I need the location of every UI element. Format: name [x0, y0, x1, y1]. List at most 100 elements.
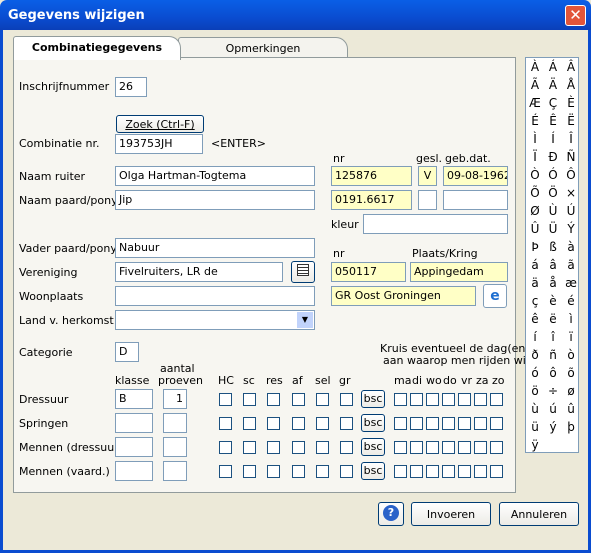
char-button[interactable]: Á: [544, 58, 562, 76]
day-checkbox[interactable]: [394, 441, 407, 454]
invoeren-button[interactable]: Invoeren: [411, 502, 491, 526]
char-button[interactable]: Ò: [526, 166, 544, 184]
char-button[interactable]: å: [544, 274, 562, 292]
char-button[interactable]: ö: [526, 382, 544, 400]
bsc-button[interactable]: bsc: [361, 414, 385, 432]
categorie-field[interactable]: D: [115, 342, 139, 362]
option-checkbox[interactable]: [219, 417, 232, 430]
day-checkbox[interactable]: [394, 465, 407, 478]
char-button[interactable]: é: [562, 292, 580, 310]
paard-gesl-field[interactable]: [418, 190, 437, 210]
char-button[interactable]: â: [544, 256, 562, 274]
woonplaats-field[interactable]: [115, 286, 315, 306]
day-checkbox[interactable]: [410, 393, 423, 406]
char-button[interactable]: Ì: [526, 130, 544, 148]
char-button[interactable]: Ñ: [562, 148, 580, 166]
char-button[interactable]: ò: [562, 346, 580, 364]
option-checkbox[interactable]: [316, 417, 329, 430]
char-button[interactable]: Ë: [562, 112, 580, 130]
char-button[interactable]: Ý: [562, 220, 580, 238]
char-button[interactable]: Þ: [526, 238, 544, 256]
bsc-button[interactable]: bsc: [361, 438, 385, 456]
char-button[interactable]: ü: [526, 418, 544, 436]
char-button[interactable]: Ä: [544, 76, 562, 94]
option-checkbox[interactable]: [292, 441, 305, 454]
tab-combinatiegegevens[interactable]: Combinatiegegevens: [13, 36, 181, 60]
day-checkbox[interactable]: [426, 417, 439, 430]
chevron-down-icon[interactable]: ▼: [297, 312, 313, 328]
inschrijf-field[interactable]: 26: [115, 77, 147, 97]
day-checkbox[interactable]: [474, 465, 487, 478]
char-button[interactable]: Í: [544, 130, 562, 148]
char-button[interactable]: õ: [562, 364, 580, 382]
option-checkbox[interactable]: [340, 393, 353, 406]
char-button[interactable]: Ï: [526, 148, 544, 166]
day-checkbox[interactable]: [442, 417, 455, 430]
ruiter-field[interactable]: Olga Hartman-Togtema: [115, 166, 315, 186]
char-button[interactable]: ð: [526, 346, 544, 364]
day-checkbox[interactable]: [410, 441, 423, 454]
plaats-field[interactable]: Appingedam: [410, 262, 508, 282]
day-checkbox[interactable]: [442, 393, 455, 406]
day-checkbox[interactable]: [442, 465, 455, 478]
aantal-field[interactable]: 1: [163, 389, 187, 409]
char-button[interactable]: í: [526, 328, 544, 346]
char-button[interactable]: Å: [562, 76, 580, 94]
option-checkbox[interactable]: [292, 393, 305, 406]
day-checkbox[interactable]: [490, 441, 503, 454]
close-button[interactable]: ✕: [565, 5, 586, 26]
char-button[interactable]: ç: [526, 292, 544, 310]
day-checkbox[interactable]: [394, 393, 407, 406]
day-checkbox[interactable]: [426, 393, 439, 406]
char-button[interactable]: Ó: [544, 166, 562, 184]
option-checkbox[interactable]: [219, 393, 232, 406]
aantal-field[interactable]: [163, 413, 187, 433]
char-button[interactable]: ø: [562, 382, 580, 400]
kring-field[interactable]: GR Oost Groningen: [331, 286, 476, 306]
day-checkbox[interactable]: [458, 441, 471, 454]
tab-opmerkingen[interactable]: Opmerkingen: [178, 37, 348, 59]
char-button[interactable]: È: [562, 94, 580, 112]
day-checkbox[interactable]: [410, 417, 423, 430]
option-checkbox[interactable]: [292, 417, 305, 430]
char-button[interactable]: ï: [562, 328, 580, 346]
day-checkbox[interactable]: [474, 417, 487, 430]
aantal-field[interactable]: [163, 437, 187, 457]
char-button[interactable]: ý: [544, 418, 562, 436]
day-checkbox[interactable]: [426, 465, 439, 478]
option-checkbox[interactable]: [316, 441, 329, 454]
option-checkbox[interactable]: [243, 441, 256, 454]
klasse-field[interactable]: [115, 413, 153, 433]
day-checkbox[interactable]: [458, 417, 471, 430]
char-button[interactable]: Â: [562, 58, 580, 76]
char-button[interactable]: ñ: [544, 346, 562, 364]
ver-nr-field[interactable]: 050117: [331, 262, 406, 282]
help-button[interactable]: ?: [378, 502, 404, 526]
char-button[interactable]: Ð: [544, 148, 562, 166]
day-checkbox[interactable]: [458, 393, 471, 406]
char-button[interactable]: à: [562, 238, 580, 256]
char-button[interactable]: Ô: [562, 166, 580, 184]
option-checkbox[interactable]: [316, 465, 329, 478]
char-button[interactable]: ì: [562, 310, 580, 328]
option-checkbox[interactable]: [219, 441, 232, 454]
internet-explorer-icon[interactable]: e: [483, 284, 507, 308]
option-checkbox[interactable]: [267, 417, 280, 430]
option-checkbox[interactable]: [267, 465, 280, 478]
char-button[interactable]: À: [526, 58, 544, 76]
gebdat-field[interactable]: 09-08-1962: [443, 166, 508, 186]
vader-field[interactable]: Nabuur: [115, 238, 315, 258]
zoek-button[interactable]: Zoek (Ctrl-F): [116, 115, 204, 133]
char-button[interactable]: ê: [526, 310, 544, 328]
day-checkbox[interactable]: [490, 417, 503, 430]
char-button[interactable]: ä: [526, 274, 544, 292]
klasse-field[interactable]: [115, 461, 153, 481]
vereniging-lookup-button[interactable]: [291, 261, 315, 283]
option-checkbox[interactable]: [340, 441, 353, 454]
char-button[interactable]: ô: [544, 364, 562, 382]
char-button[interactable]: ã: [562, 256, 580, 274]
day-checkbox[interactable]: [490, 465, 503, 478]
annuleren-button[interactable]: Annuleren: [499, 502, 579, 526]
option-checkbox[interactable]: [243, 465, 256, 478]
option-checkbox[interactable]: [243, 393, 256, 406]
